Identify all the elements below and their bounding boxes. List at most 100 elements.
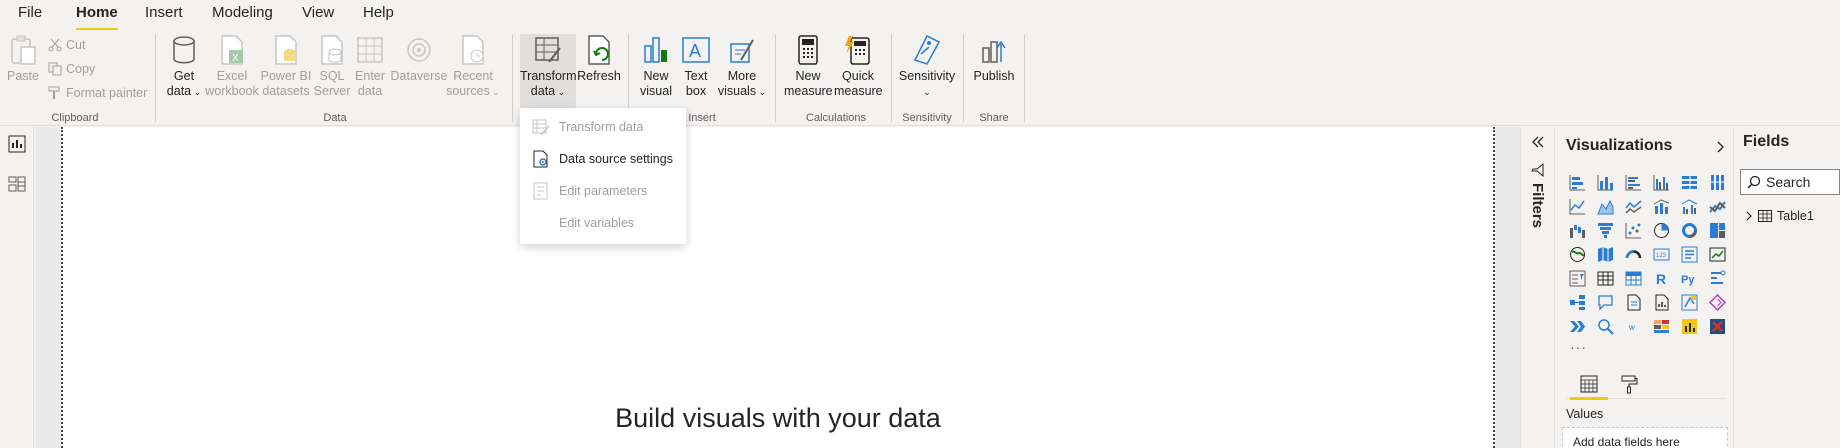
ribbon-chart-icon[interactable] (1706, 195, 1728, 217)
scissors-icon (48, 38, 62, 52)
refresh-button[interactable]: Refresh (577, 34, 621, 84)
menu-insert[interactable]: Insert (141, 4, 187, 21)
sql-server-button[interactable]: SQL Server (312, 34, 352, 99)
recent-sources-button[interactable]: Recent sources ⌄ (446, 34, 500, 100)
stacked-bar-chart-icon[interactable] (1566, 171, 1588, 193)
heatmap-visual-icon[interactable] (1650, 315, 1672, 337)
sensitivity-button[interactable]: Sensitivity ⌄ (898, 34, 956, 100)
quick-measure-button[interactable]: Quick measure (834, 34, 883, 99)
tab-format[interactable] (1610, 369, 1648, 399)
menu-item-data-source-settings[interactable]: Data source settings (520, 143, 686, 175)
sql-icon (321, 35, 343, 65)
dataverse-button[interactable]: Dataverse (390, 34, 448, 84)
power-bi-datasets-button[interactable]: Power BI datasets (260, 34, 312, 99)
format-painter-button[interactable]: Format painter (48, 86, 147, 100)
menu-item-transform-data[interactable]: Transform data (520, 111, 686, 143)
publish-button[interactable]: Publish (970, 34, 1018, 84)
magnifier-visual-icon[interactable] (1594, 315, 1616, 337)
enter-data-button[interactable]: Enter data (352, 34, 388, 99)
new-measure-button[interactable]: New measure (784, 34, 833, 99)
copy-button[interactable]: Copy (48, 62, 95, 76)
custom-visual-icon[interactable] (1706, 315, 1728, 337)
new-visual-button[interactable]: New visual (636, 34, 676, 99)
sensitivity-label: Sensitivity (898, 69, 956, 83)
tab-fields-well[interactable] (1570, 369, 1608, 400)
menu-file[interactable]: File (14, 4, 46, 21)
map-icon[interactable] (1566, 243, 1588, 265)
report-canvas-area: Build visuals with your data (35, 127, 1520, 448)
paginated-report-icon[interactable] (1650, 291, 1672, 313)
chevron-right-icon[interactable] (1745, 211, 1753, 221)
report-page[interactable]: Build visuals with your data (61, 127, 1495, 448)
field-table-item[interactable]: Table1 (1745, 209, 1814, 223)
values-drop-zone[interactable]: Add data fields here (1562, 427, 1728, 448)
decomposition-tree-icon[interactable] (1566, 291, 1588, 313)
donut-chart-icon[interactable] (1678, 219, 1700, 241)
svg-text:w: w (1628, 323, 1635, 332)
calculations-group-label: Calculations (806, 112, 866, 124)
100-stacked-bar-chart-icon[interactable] (1678, 171, 1700, 193)
gauge-icon[interactable] (1622, 243, 1644, 265)
area-chart-icon[interactable] (1594, 195, 1616, 217)
qa-visual-icon[interactable] (1594, 291, 1616, 313)
filters-pane[interactable]: Filters (1520, 127, 1555, 448)
kpi-icon[interactable] (1706, 243, 1728, 265)
line-and-stacked-column-chart-icon[interactable] (1650, 195, 1672, 217)
scatter-chart-icon[interactable] (1622, 219, 1644, 241)
get-data-button[interactable]: Get data ⌄ (164, 34, 204, 100)
r-script-visual-icon[interactable]: R (1650, 267, 1672, 289)
clustered-column-chart-icon[interactable] (1650, 171, 1672, 193)
menu-item-edit-variables[interactable]: Edit variables (520, 207, 686, 239)
report-view-icon[interactable] (8, 135, 26, 153)
menu-home[interactable]: Home (72, 4, 122, 31)
transform-data-button[interactable]: Transform data ⌄ (520, 34, 577, 108)
multi-row-card-icon[interactable] (1678, 243, 1700, 265)
waterfall-chart-icon[interactable] (1566, 219, 1588, 241)
data-view-icon[interactable] (8, 175, 26, 193)
fields-search-box[interactable] (1740, 169, 1840, 195)
smart-narrative-icon[interactable] (1622, 291, 1644, 313)
pie-chart-icon[interactable] (1650, 219, 1672, 241)
cut-button[interactable]: Cut (48, 38, 85, 52)
funnel-chart-icon[interactable] (1594, 219, 1616, 241)
line-and-clustered-column-chart-icon[interactable] (1678, 195, 1700, 217)
clipboard-group-label: Clipboard (51, 112, 99, 124)
power-apps-visual-icon[interactable] (1678, 291, 1700, 313)
enter-data-label-2: data (357, 84, 383, 98)
python-visual-icon[interactable]: Py (1678, 267, 1700, 289)
menu-modeling[interactable]: Modeling (208, 4, 277, 21)
bullet-chart-icon[interactable] (1678, 315, 1700, 337)
stacked-column-chart-icon[interactable] (1594, 171, 1616, 193)
svg-text:R: R (1656, 271, 1666, 287)
stacked-area-chart-icon[interactable] (1622, 195, 1644, 217)
table-visual-icon[interactable] (1594, 267, 1616, 289)
power-automate-visual-icon[interactable] (1706, 291, 1728, 313)
text-box-button[interactable]: A Text box (678, 34, 714, 99)
100-stacked-column-chart-icon[interactable] (1706, 171, 1728, 193)
line-chart-icon[interactable] (1566, 195, 1588, 217)
treemap-icon[interactable] (1706, 219, 1728, 241)
key-influencers-icon[interactable] (1706, 267, 1728, 289)
chevron-right-icon[interactable] (1714, 141, 1726, 153)
menu-view[interactable]: View (298, 4, 338, 21)
filled-map-icon[interactable] (1594, 243, 1616, 265)
clustered-bar-chart-icon[interactable] (1622, 171, 1644, 193)
menu-help[interactable]: Help (359, 4, 398, 21)
card-icon[interactable]: 123 (1650, 243, 1672, 265)
menu-item-edit-parameters[interactable]: Edit parameters (520, 175, 686, 207)
data-source-settings-item-label: Data source settings (559, 152, 673, 166)
paste-button[interactable]: Paste (6, 34, 40, 84)
new-measure-label-2: measure (784, 84, 833, 98)
fields-pane: Fields Table1 (1735, 127, 1840, 448)
excel-workbook-button[interactable]: X Excel workbook (204, 34, 260, 99)
matrix-icon[interactable] (1622, 267, 1644, 289)
more-visuals-ellipsis[interactable]: ··· (1570, 339, 1587, 355)
collapse-double-chevron-icon[interactable] (1531, 135, 1545, 149)
more-visuals-button[interactable]: More visuals ⌄ (716, 34, 768, 100)
chevron-visual-icon[interactable] (1566, 315, 1588, 337)
word-cloud-icon[interactable]: w (1622, 315, 1644, 337)
divider (891, 34, 892, 122)
search-input[interactable] (1766, 174, 1836, 190)
slicer-icon[interactable] (1566, 267, 1588, 289)
